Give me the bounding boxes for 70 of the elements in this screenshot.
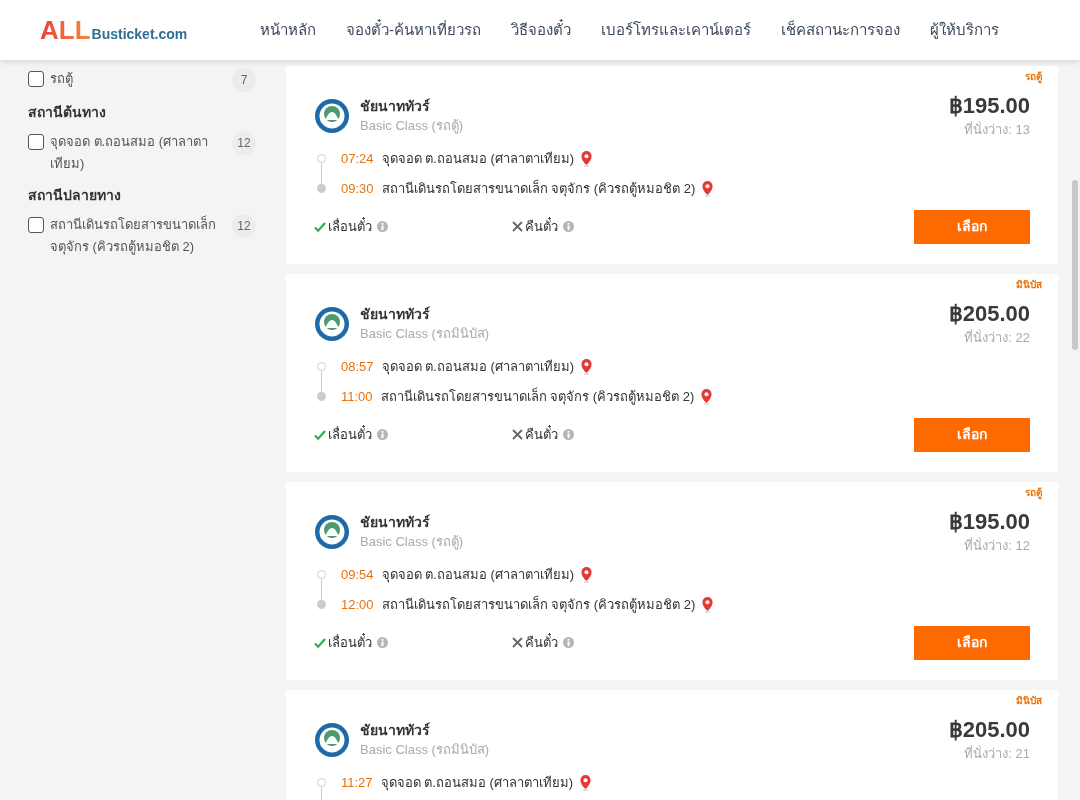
vehicle-tag: มินิบัส [1016,277,1042,292]
time: 11:27 [341,773,373,792]
class-label: Basic Class (รถมินิบัส) [360,740,490,759]
map-pin-icon[interactable] [700,388,714,405]
seats-available: ที่นั่งว่าง: 22 [964,328,1030,347]
stop-name: จุดจอด ต.ถอนสมอ (ศาลาตาเทียม) [380,773,574,793]
policy-label: คืนตั๋ว [525,632,558,652]
operator-name: ชัยนาททัวร์ [360,96,431,116]
stop-name: จุดจอด ต.ถอนสมอ (ศาลาตาเทียม) [381,357,575,377]
policy-label: เลื่อนตั๋ว [328,632,372,652]
time: 09:30 [341,179,374,198]
option-label[interactable]: สถานีเดินรถโดยสารขนาดเล็ก จตุจักร (คิวรถตู้หมอชิต 2) [50,214,226,258]
class-label: Basic Class (รถตู้) [360,116,464,136]
class-label: Basic Class (รถตู้) [360,532,464,552]
nav-link[interactable]: จองตั๋ว-ค้นหาเที่ยวรถ [346,18,481,42]
emblem-icon [314,721,350,758]
stop-name: จุดจอด ต.ถอนสมอ (ศาลาตาเทียม) [381,149,575,169]
stop-name: สถานีเดินรถโดยสารขนาดเล็ก จตุจักร (คิวรถตู้หมอชิต 2) [381,594,696,615]
price: ฿195.00 [948,508,1030,536]
map-pin-icon[interactable] [580,150,594,167]
policy-label: คืนตั๋ว [525,216,558,236]
seats-available: ที่นั่งว่าง: 13 [964,120,1030,139]
price: ฿205.00 [948,716,1030,744]
checkbox[interactable] [28,71,44,87]
nav-link[interactable]: วิธีจองตั๋ว [511,18,571,42]
option-label[interactable]: จุดจอด ต.ถอนสมอ (ศาลาตาเทียม) [50,131,226,175]
emblem-icon [314,97,350,134]
section-title: สถานีต้นทาง [28,103,107,122]
stop-name: สถานีเดินรถโดยสารขนาดเล็ก จตุจักร (คิวรถตู้หมอชิต 2) [381,178,696,199]
policy-label: เลื่อนตั๋ว [328,216,372,236]
vehicle-tag: รถตู้ [1025,485,1042,500]
policy-label: คืนตั๋ว [525,424,558,444]
map-pin-icon[interactable] [580,566,594,583]
nav-link[interactable]: ผู้ให้บริการ [930,18,999,42]
stop-name: สถานีเดินรถโดยสารขนาดเล็ก จตุจักร (คิวรถตู้หมอชิต 2) [380,386,695,407]
seats-available: ที่นั่งว่าง: 21 [964,744,1030,763]
time: 12:00 [341,595,374,614]
operator-name: ชัยนาททัวร์ [360,304,431,324]
nav-link[interactable]: หน้าหลัก [260,18,316,42]
policy-label: เลื่อนตั๋ว [328,424,372,444]
count-badge: 12 [232,131,256,155]
map-pin-icon[interactable] [701,596,715,613]
emblem-icon [314,513,350,550]
time: 07:24 [341,149,374,168]
time: 11:00 [341,387,373,406]
scrollbar-thumb[interactable] [1072,180,1078,350]
vehicle-tag: รถตู้ [1025,69,1042,84]
map-pin-icon[interactable] [579,774,593,791]
seats-available: ที่นั่งว่าง: 12 [964,536,1030,555]
checkbox[interactable] [28,134,44,150]
price: ฿205.00 [948,300,1030,328]
vehicle-tag: มินิบัส [1016,693,1042,708]
class-label: Basic Class (รถมินิบัส) [360,324,490,343]
map-pin-icon[interactable] [580,358,594,375]
emblem-icon [314,305,350,342]
logo-text[interactable]: Busticket.com [91,27,188,41]
operator-name: ชัยนาททัวร์ [360,512,431,532]
time: 08:57 [341,357,374,376]
price: ฿195.00 [948,92,1030,120]
option-label[interactable]: รถตู้ [50,68,226,90]
stop-name: จุดจอด ต.ถอนสมอ (ศาลาตาเทียม) [381,565,575,585]
count-badge: 7 [232,68,256,92]
operator-name: ชัยนาททัวร์ [360,720,431,740]
count-badge: 12 [232,214,256,238]
map-pin-icon[interactable] [701,180,715,197]
nav-link[interactable]: เช็คสถานะการจอง [781,18,900,42]
nav-link[interactable]: เบอร์โทรและเคาน์เตอร์ [601,18,751,42]
checkbox[interactable] [28,217,44,233]
time: 09:54 [341,565,374,584]
section-title: สถานีปลายทาง [28,186,122,205]
